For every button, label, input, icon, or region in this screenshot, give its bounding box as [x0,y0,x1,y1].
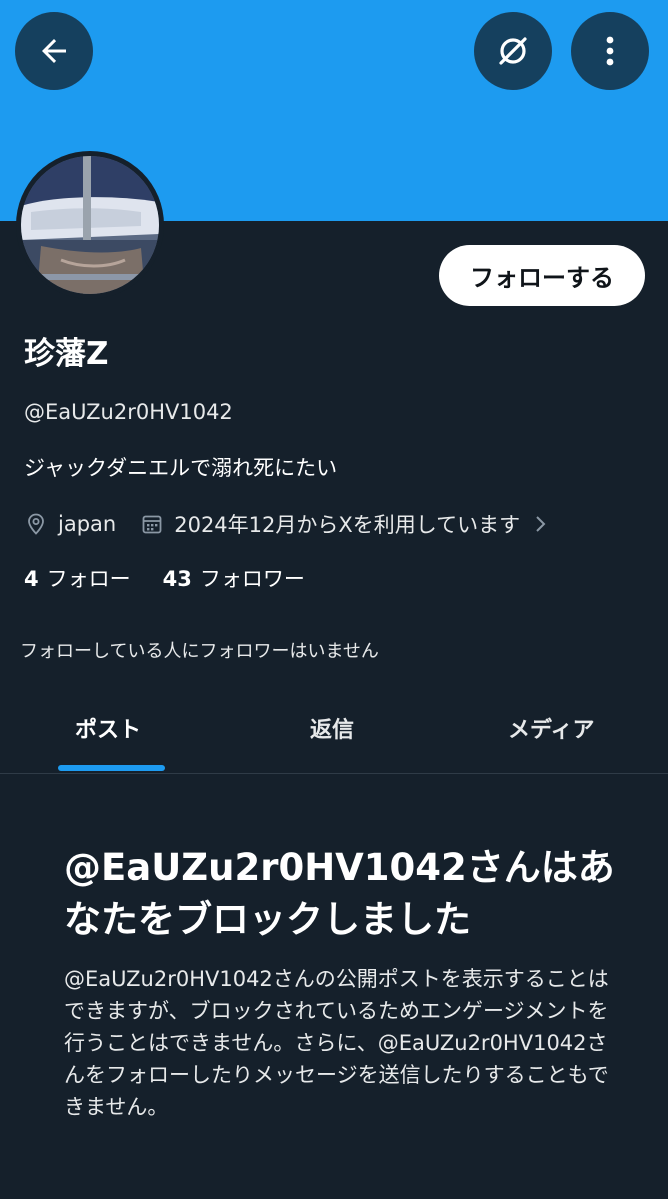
profile-meta: japan 2024年12月からXを利用しています [24,507,548,541]
grok-button[interactable] [474,12,552,90]
avatar-button[interactable] [16,151,164,299]
profile-bio: ジャックダニエルで溺れ死にたい [24,456,338,480]
tab-posts[interactable]: ポスト [75,712,141,744]
back-arrow-icon [36,33,72,69]
blocked-title: @EaUZu2r0HV1042さんはあなたをブロックしました [64,846,615,941]
profile-location: japan [58,512,117,536]
follow-counts: 4 フォロー 43 フォロワー [24,563,305,593]
back-button[interactable] [15,12,93,90]
following-label: フォロー [46,567,131,591]
profile-tabs: ポスト 返信 メディア [0,690,668,774]
more-vertical-icon [595,33,625,69]
chevron-right-icon[interactable] [534,514,548,534]
following-link[interactable]: 4 フォロー [24,563,131,593]
following-count: 4 [24,567,39,591]
followers-label: フォロワー [199,567,305,591]
profile-joined[interactable]: 2024年12月からXを利用しています [174,509,520,539]
tab-replies[interactable]: 返信 [310,712,354,744]
calendar-icon [140,512,164,536]
profile-handle: @EaUZu2r0HV1042 [24,400,233,424]
followers-count: 43 [162,567,192,591]
more-options-button[interactable] [571,12,649,90]
followers-you-know-note: フォローしている人にフォロワーはいません [20,641,379,662]
followers-link[interactable]: 43 フォロワー [163,563,305,593]
tab-media[interactable]: メディア [508,712,594,744]
follow-button[interactable]: フォローする [439,245,645,306]
location-pin-icon [24,512,48,536]
active-tab-indicator [58,765,165,771]
grok-icon [493,31,533,71]
blocked-message: @EaUZu2r0HV1042さんの公開ポストを表示することはできますが、ブロッ… [64,967,609,1119]
display-name: 珍藩Z [24,336,109,372]
avatar [21,156,159,294]
profile-page: フォローする 珍藩Z @EaUZu2r0HV1042 ジャックダニエルで溺れ死に… [0,0,668,1199]
